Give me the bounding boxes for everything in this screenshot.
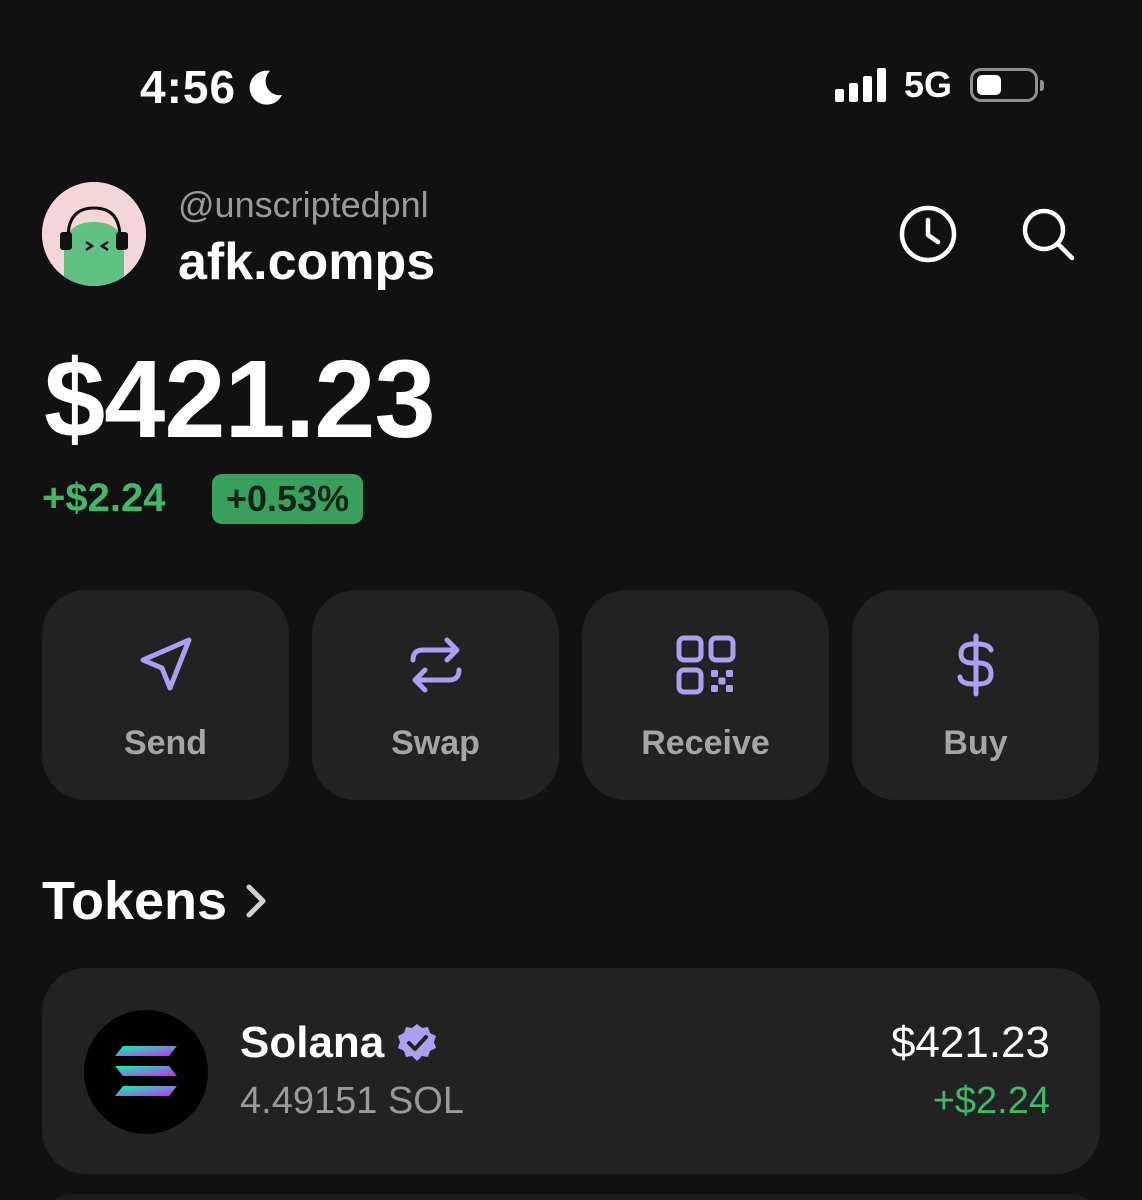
token-value: $421.23 — [890, 1018, 1050, 1067]
search-icon — [1022, 208, 1075, 261]
qr-code-icon — [676, 635, 735, 695]
token-change: +$2.24 — [932, 1080, 1050, 1122]
balance-change-percent: +0.53% — [226, 478, 350, 519]
network-type: 5G — [903, 64, 952, 105]
token-name: Solana — [240, 1018, 385, 1067]
balance-change-amount: +$2.24 — [42, 476, 166, 520]
status-bar-indicators: 5G — [834, 64, 1044, 106]
token-name-row: Solana — [240, 1018, 438, 1068]
history-clock-icon — [899, 205, 957, 263]
balance-change-percent-badge: +0.53% — [212, 474, 364, 524]
receive-button[interactable]: Receive — [582, 590, 829, 800]
chevron-right-icon — [246, 884, 266, 918]
account-name[interactable]: afk.comps — [178, 232, 435, 292]
send-button[interactable]: Send — [42, 590, 289, 800]
user-handle[interactable]: @unscriptedpnl — [178, 184, 429, 226]
buy-label: Buy — [943, 724, 1008, 762]
status-bar-time: 4:56 — [140, 60, 286, 114]
total-balance: $421.23 — [44, 338, 436, 461]
signal-icon — [834, 68, 886, 102]
search-button[interactable] — [1018, 204, 1078, 264]
avatar[interactable] — [42, 182, 146, 286]
wallet-screen: 4:56 5G @unscriptedpnl afk.comps $421.23… — [0, 0, 1142, 1200]
moon-icon — [249, 70, 283, 105]
token-row-next-partial[interactable] — [42, 1194, 1100, 1200]
tokens-title: Tokens — [42, 871, 228, 931]
avatar-image — [42, 182, 146, 286]
verified-badge-icon — [398, 1024, 437, 1061]
send-icon — [140, 637, 191, 691]
history-button[interactable] — [898, 204, 958, 264]
token-row-solana[interactable]: Solana 4.49151 SOL $421.23 +$2.24 — [42, 968, 1100, 1174]
battery-icon — [970, 68, 1044, 102]
quick-actions: Send Swap Receive Buy — [42, 590, 1099, 800]
send-label: Send — [123, 724, 208, 762]
token-quantity: 4.49151 SOL — [240, 1080, 464, 1122]
swap-button[interactable]: Swap — [312, 590, 559, 800]
solana-logo-icon — [84, 1010, 208, 1134]
tokens-section-header[interactable]: Tokens — [42, 870, 269, 932]
battery-level — [977, 75, 1001, 95]
buy-button[interactable]: Buy — [852, 590, 1099, 800]
dollar-icon — [957, 633, 994, 697]
clock-text: 4:56 — [140, 61, 237, 113]
swap-icon — [410, 637, 461, 693]
receive-label: Receive — [641, 724, 770, 762]
swap-label: Swap — [391, 724, 480, 762]
